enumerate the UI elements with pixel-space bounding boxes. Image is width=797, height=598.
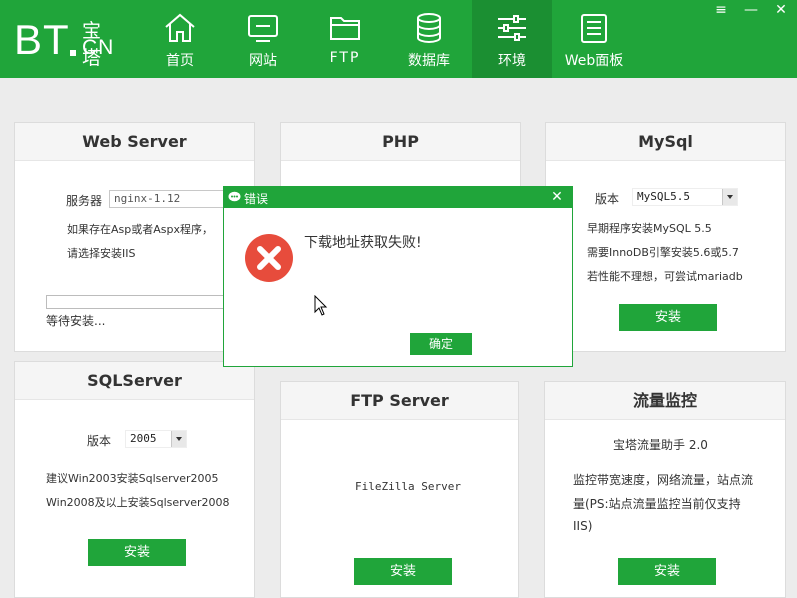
card-title: PHP [281,123,520,161]
nav-home[interactable]: 首页 [138,0,222,78]
nav-label: 首页 [166,53,194,69]
traffic-line-1: 监控带宽速度，网络流量，站点流 [573,473,754,487]
nav-ftp[interactable]: FTP [304,0,386,78]
folder-icon [330,17,360,40]
card-traffic-monitor: 流量监控 宝塔流量助手 2.0 监控带宽速度，网络流量，站点流 量(PS:站点流… [544,381,786,598]
logo-dot [70,50,76,56]
ftp-install-button[interactable]: 安装 [354,558,452,585]
card-sqlserver: SQLServer 版本 2005 建议Win2003安装Sqlserver20… [14,361,255,598]
card-web-server: Web Server 服务器 nginx-1.12 如果存在Asp或者Aspx程… [14,122,255,352]
web-server-note-2: 请选择安装IIS [67,247,136,260]
chat-bubble-icon [228,191,241,202]
minimize-button[interactable]: — [737,0,765,22]
dialog-close-button[interactable]: ✕ [542,187,572,208]
nav-label: 数据库 [408,53,450,69]
card-title: Web Server [15,123,254,161]
install-progress-bar [46,295,226,309]
error-icon [245,234,293,282]
card-title: SQLServer [15,362,254,400]
traffic-product-name: 宝塔流量助手 2.0 [613,438,708,452]
mysql-line-1: 早期程序安装MySQL 5.5 [587,222,712,235]
card-title: MySql [546,123,785,161]
card-title: FTP Server [281,382,518,420]
nav-web-panel[interactable]: Web面板 [552,0,636,78]
nav-database[interactable]: 数据库 [386,0,472,78]
menu-button[interactable]: ≡ [707,0,735,22]
mouse-cursor-icon [314,295,328,316]
dialog-ok-button[interactable]: 确定 [410,333,472,355]
nav-environment[interactable]: 环境 [472,0,552,78]
web-server-note-1: 如果存在Asp或者Aspx程序， [67,223,213,236]
dialog-titlebar[interactable]: 错误 ✕ [224,187,572,208]
sqlserver-install-button[interactable]: 安装 [88,539,186,566]
nav-label: 网站 [249,53,277,69]
traffic-line-2: 量(PS:站点流量监控当前仅支持 [573,497,741,511]
server-select[interactable]: nginx-1.12 [109,190,227,208]
mysql-version-value: MySQL5.5 [637,190,690,203]
mysql-version-select[interactable]: MySQL5.5 [632,188,738,206]
chevron-down-icon [722,189,737,205]
nav-label: 环境 [498,53,526,69]
install-status: 等待安装... [46,314,106,328]
nav-label: Web面板 [564,53,624,69]
sqlserver-version-select[interactable]: 2005 [125,430,187,448]
mysql-install-button[interactable]: 安装 [619,304,717,331]
app-header: BT 宝塔 CN 首页 网站 FTP 数据库 环境 Web面板 ≡ — ✕ [0,0,797,78]
database-icon [417,13,441,44]
dialog-message: 下载地址获取失败! [304,235,422,251]
close-window-button[interactable]: ✕ [767,0,795,22]
sqlserver-line-1: 建议Win2003安装Sqlserver2005 [46,472,219,485]
monitor-icon [248,15,278,42]
sliders-icon [498,15,526,41]
sqlserver-version-label: 版本 [87,434,112,448]
logo-bt-text: BT [14,16,70,63]
dialog-title: 错误 [244,192,269,206]
mysql-line-3: 若性能不理想，可尝试mariadb [587,270,743,283]
chevron-down-icon [171,431,186,447]
panel-list-icon [581,14,607,43]
logo-cn-bottom: CN [82,36,115,59]
nav-label: FTP [329,50,361,66]
traffic-install-button[interactable]: 安装 [618,558,716,585]
ftp-product-name: FileZilla Server [355,480,461,493]
nav-websites[interactable]: 网站 [222,0,304,78]
traffic-line-3: IIS) [573,519,593,533]
card-mysql: MySql 版本 MySQL5.5 早期程序安装MySQL 5.5 需要Inno… [545,122,786,352]
home-icon [165,13,195,42]
sqlserver-version-value: 2005 [130,432,157,445]
card-ftp-server: FTP Server FileZilla Server 安装 [280,381,519,598]
server-label: 服务器 [66,194,103,208]
mysql-version-label: 版本 [595,192,620,206]
sqlserver-line-2: Win2008及以上安装Sqlserver2008 [46,496,230,509]
error-dialog: 错误 ✕ 下载地址获取失败! 确定 [223,186,573,367]
server-select-value: nginx-1.12 [114,192,181,205]
mysql-line-2: 需要InnoDB引擎安装5.6或5.7 [587,246,739,259]
card-title: 流量监控 [545,382,785,420]
